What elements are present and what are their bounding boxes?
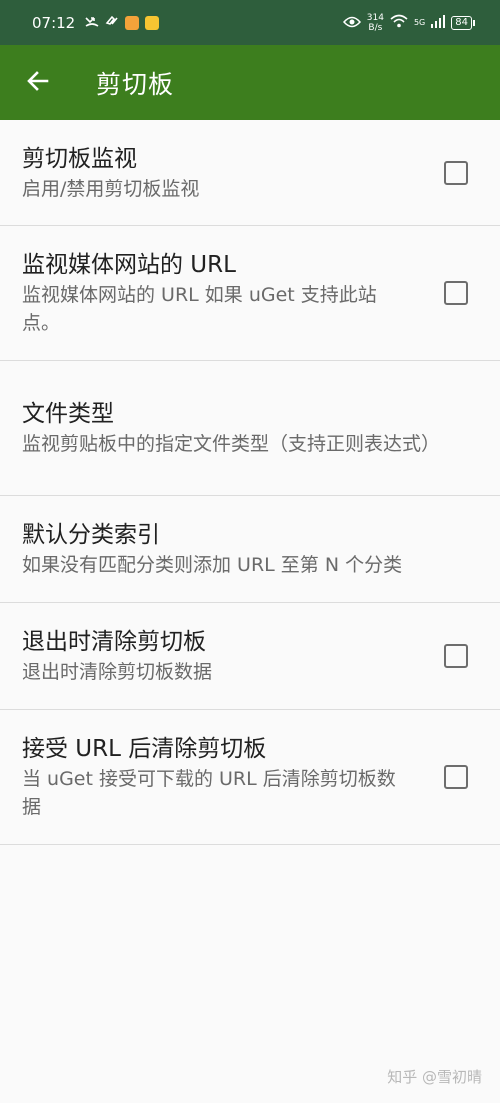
pref-summary: 如果没有匹配分类则添加 URL 至第 N 个分类 [22, 554, 403, 576]
eye-icon [342, 14, 361, 32]
net-speed: 314 B/s [367, 13, 384, 33]
pref-file-types[interactable]: 文件类型 监视剪贴板中的指定文件类型（支持正则表达式） [0, 361, 500, 496]
pref-clear-on-exit[interactable]: 退出时清除剪切板 退出时清除剪切板数据 [0, 603, 500, 710]
signal-icon [431, 14, 446, 32]
net-speed-unit: B/s [368, 22, 383, 33]
checkbox-monitor-media-url[interactable] [444, 281, 468, 305]
checkbox-clipboard-monitor[interactable] [444, 160, 468, 185]
pref-default-category-index[interactable]: 默认分类索引 如果没有匹配分类则添加 URL 至第 N 个分类 [0, 496, 500, 603]
pref-title: 默认分类索引 [22, 522, 160, 548]
app-icon [145, 15, 160, 30]
battery-icon: 84 [451, 15, 475, 30]
net-speed-value: 314 [366, 12, 384, 23]
checkbox-clear-after-accept[interactable] [444, 765, 468, 789]
pref-title: 接受 URL 后清除剪切板 [22, 736, 267, 762]
watermark: 知乎 @雪初晴 [387, 1068, 482, 1086]
pref-summary: 启用/禁用剪切板监视 [22, 177, 200, 200]
pref-clipboard-monitor[interactable]: 剪切板监视 启用/禁用剪切板监视 [0, 120, 500, 226]
arrow-back-icon [25, 68, 51, 98]
app-icon [105, 14, 119, 31]
status-time: 07:12 [32, 13, 76, 32]
pref-title: 退出时清除剪切板 [22, 629, 206, 655]
missed-call-icon [85, 14, 99, 31]
pref-text: 默认分类索引 如果没有匹配分类则添加 URL 至第 N 个分类 [22, 519, 478, 579]
network-type: 5G [413, 18, 426, 27]
pref-title: 监视媒体网站的 URL [22, 252, 236, 278]
pref-summary: 监视剪贴板中的指定文件类型（支持正则表达式） [22, 433, 441, 455]
status-left: 07:12 [32, 13, 160, 32]
pref-monitor-media-url[interactable]: 监视媒体网站的 URL 监视媒体网站的 URL 如果 uGet 支持此站点。 [0, 226, 500, 361]
pref-title: 文件类型 [22, 401, 114, 427]
app-icon [125, 15, 140, 30]
pref-text: 监视媒体网站的 URL 监视媒体网站的 URL 如果 uGet 支持此站点。 [22, 249, 444, 337]
pref-clear-after-accept[interactable]: 接受 URL 后清除剪切板 当 uGet 接受可下载的 URL 后清除剪切板数据 [0, 710, 500, 845]
pref-summary: 监视媒体网站的 URL 如果 uGet 支持此站点。 [22, 284, 377, 334]
pref-summary: 退出时清除剪切板数据 [22, 661, 213, 683]
wifi-icon [390, 14, 408, 32]
pref-text: 退出时清除剪切板 退出时清除剪切板数据 [22, 626, 444, 686]
status-right: 314 B/s 5G 84 [342, 13, 476, 33]
pref-text: 剪切板监视 启用/禁用剪切板监视 [22, 143, 444, 203]
back-button[interactable] [18, 63, 58, 103]
checkbox-clear-on-exit[interactable] [444, 644, 468, 668]
page-title: 剪切板 [96, 69, 175, 99]
pref-title: 剪切板监视 [22, 145, 137, 172]
pref-text: 文件类型 监视剪贴板中的指定文件类型（支持正则表达式） [22, 398, 478, 458]
preference-list: 剪切板监视 启用/禁用剪切板监视 监视媒体网站的 URL 监视媒体网站的 URL… [0, 120, 500, 845]
pref-text: 接受 URL 后清除剪切板 当 uGet 接受可下载的 URL 后清除剪切板数据 [22, 733, 444, 821]
pref-summary: 当 uGet 接受可下载的 URL 后清除剪切板数据 [22, 768, 396, 818]
status-bar: 07:12 314 B/s 5G 84 [0, 0, 500, 45]
app-bar: 剪切板 [0, 45, 500, 120]
